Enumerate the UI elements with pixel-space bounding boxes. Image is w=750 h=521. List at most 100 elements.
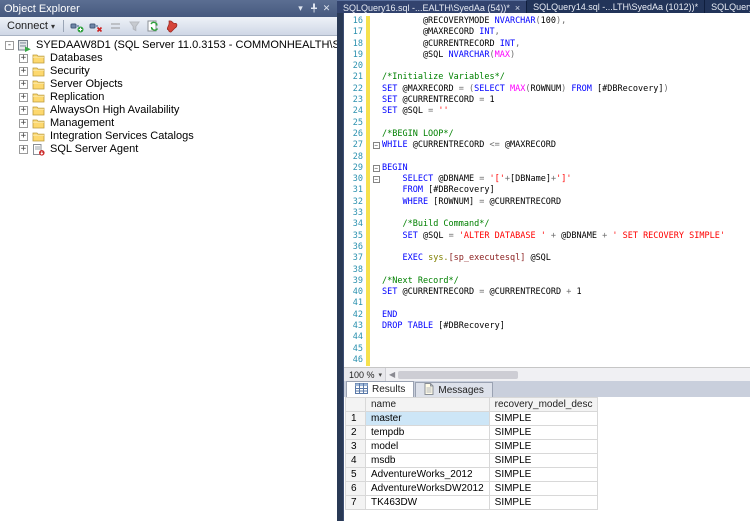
line-number: 41 (344, 298, 366, 309)
row-number-cell[interactable]: 7 (346, 496, 366, 510)
grid-column-header[interactable]: name (366, 398, 490, 412)
line-number: 19 (344, 50, 366, 61)
connect-button[interactable]: Connect ▾ (4, 20, 58, 32)
tree-item-label: Server Objects (50, 78, 123, 91)
collapse-icon[interactable]: − (373, 176, 380, 183)
expander-icon[interactable]: + (19, 67, 28, 76)
expander-icon[interactable]: + (19, 132, 28, 141)
tree-item-label: Security (50, 65, 90, 78)
row-number-cell[interactable]: 1 (346, 412, 366, 426)
document-tab-1[interactable]: SQLQuery16.sql -...EALTH\SyedAa (54))*× (337, 0, 527, 13)
pin-icon[interactable] (307, 3, 320, 15)
script-icon[interactable] (164, 19, 180, 34)
collapse-icon[interactable]: − (373, 165, 380, 172)
editor-statusbar: 100 % ▾ ◀ (344, 367, 750, 381)
code-line: 39/*Next Record*/ (344, 276, 750, 287)
code-text: WHERE [ROWNUM] = @CURRENTRECORD (382, 197, 561, 208)
cell-recovery-model[interactable]: SIMPLE (489, 412, 598, 426)
tree-item-label: Replication (50, 91, 104, 104)
line-number: 36 (344, 242, 366, 253)
results-tab-messages[interactable]: Messages (415, 382, 493, 397)
cell-name[interactable]: AdventureWorksDW2012 (366, 482, 490, 496)
tree-item-server-root[interactable]: -SYEDAAW8D1 (SQL Server 11.0.3153 - COMM… (0, 39, 337, 52)
tree-item-label: Management (50, 117, 114, 130)
cell-recovery-model[interactable]: SIMPLE (489, 440, 598, 454)
code-line: 18 @CURRENTRECORD INT, (344, 39, 750, 50)
connect-icon[interactable] (69, 19, 85, 34)
object-explorer-titlebar: Object Explorer ▾ ✕ (0, 0, 337, 17)
code-text: SET @CURRENTRECORD = 1 (382, 95, 495, 106)
line-number: 22 (344, 84, 366, 95)
scrollbar-thumb[interactable] (398, 371, 518, 379)
row-number-cell[interactable]: 5 (346, 468, 366, 482)
fold-gutter (370, 344, 382, 355)
refresh-icon[interactable] (145, 19, 161, 34)
tree-item-databases[interactable]: +Databases (0, 52, 337, 65)
folder (32, 79, 46, 91)
expander-icon[interactable]: - (5, 41, 14, 50)
horizontal-scrollbar[interactable]: ◀ (385, 368, 750, 381)
expander-icon[interactable]: + (19, 80, 28, 89)
document-tab-label: SQLQuery14.sql -...LTH\SyedAa (1012))* (533, 2, 698, 12)
cell-name[interactable]: tempdb (366, 426, 490, 440)
close-icon[interactable]: ✕ (320, 3, 333, 14)
tree-item-management[interactable]: + Management (0, 117, 337, 130)
grid-column-header[interactable]: recovery_model_desc (489, 398, 598, 412)
cell-name[interactable]: model (366, 440, 490, 454)
tab-close-icon[interactable]: × (515, 3, 520, 13)
code-text: @SQL NVARCHAR(MAX) (382, 50, 515, 61)
disconnect-icon[interactable] (88, 19, 104, 34)
fold-gutter (370, 219, 382, 230)
chevron-down-icon[interactable]: ▾ (294, 3, 307, 14)
expander-icon[interactable]: + (19, 106, 28, 115)
agent (32, 144, 46, 156)
scroll-left-icon[interactable]: ◀ (386, 370, 398, 379)
cell-name[interactable]: msdb (366, 454, 490, 468)
line-number: 16 (344, 16, 366, 27)
tree-item-sql-server-agent[interactable]: +SQL Server Agent (0, 143, 337, 156)
stop-icon (107, 19, 123, 34)
cell-recovery-model[interactable]: SIMPLE (489, 468, 598, 482)
collapse-icon[interactable]: − (373, 142, 380, 149)
code-line: 27−WHILE @CURRENTRECORD <= @MAXRECORD (344, 140, 750, 151)
code-text: /*Initialize Variables*/ (382, 72, 505, 83)
tree-item-integration-services-catalogs[interactable]: +Integration Services Catalogs (0, 130, 337, 143)
row-number-cell[interactable]: 4 (346, 454, 366, 468)
code-line: 35 SET @SQL = 'ALTER DATABASE ' + @DBNAM… (344, 231, 750, 242)
code-line: 33 (344, 208, 750, 219)
expander-icon[interactable]: + (19, 119, 28, 128)
cell-recovery-model[interactable]: SIMPLE (489, 482, 598, 496)
tree-item-replication[interactable]: + Replication (0, 91, 337, 104)
line-number: 44 (344, 332, 366, 343)
tree-item-server-objects[interactable]: + Server Objects (0, 78, 337, 91)
cell-name[interactable]: TK463DW (366, 496, 490, 510)
results-tab-results[interactable]: Results (346, 381, 414, 397)
line-number: 37 (344, 253, 366, 264)
tree-item-security[interactable]: + Security (0, 65, 337, 78)
row-number-cell[interactable]: 2 (346, 426, 366, 440)
cell-name[interactable]: AdventureWorks_2012 (366, 468, 490, 482)
row-number-cell[interactable]: 3 (346, 440, 366, 454)
code-editor[interactable]: 16 @RECOVERYMODE NVARCHAR(100),17 @MAXRE… (344, 13, 750, 367)
expander-icon[interactable]: + (19, 54, 28, 63)
panel-splitter[interactable] (337, 13, 344, 521)
row-number-cell[interactable]: 6 (346, 482, 366, 496)
tree-item-alwayson-high-availability[interactable]: +AlwaysOn High Availability (0, 104, 337, 117)
cell-recovery-model[interactable]: SIMPLE (489, 496, 598, 510)
cell-name[interactable]: master (366, 412, 490, 426)
zoom-level-dropdown[interactable]: 100 % ▾ (344, 370, 385, 380)
document-tab-3[interactable]: SQLQuery13.sql (705, 0, 750, 13)
fold-gutter (370, 355, 382, 366)
cell-recovery-model[interactable]: SIMPLE (489, 454, 598, 468)
expander-icon[interactable]: + (19, 93, 28, 102)
document-tab-2[interactable]: SQLQuery14.sql -...LTH\SyedAa (1012))* (527, 0, 705, 13)
fold-gutter (370, 118, 382, 129)
expander-icon[interactable]: + (19, 145, 28, 154)
cell-recovery-model[interactable]: SIMPLE (489, 426, 598, 440)
fold-gutter (370, 208, 382, 219)
code-line: 34 /*Build Command*/ (344, 219, 750, 230)
fold-gutter: − (370, 140, 382, 151)
results-pane-tabs: ResultsMessages (344, 381, 750, 397)
code-line: 21/*Initialize Variables*/ (344, 72, 750, 83)
code-line: 24SET @SQL = '' (344, 106, 750, 117)
